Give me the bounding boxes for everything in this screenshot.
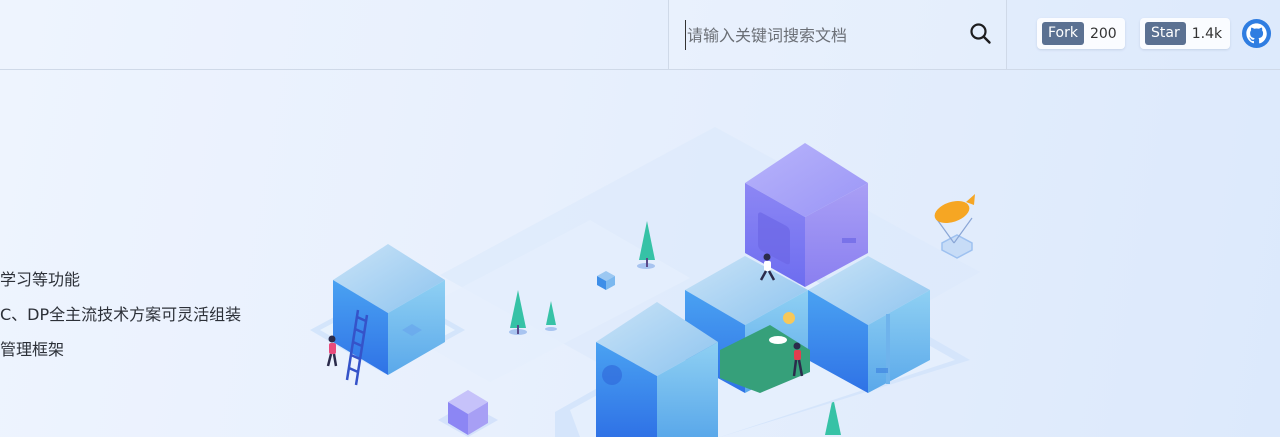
hero-illustration [290,110,990,437]
fork-button[interactable]: Fork 200 [1037,18,1125,49]
top-header: Fork 200 Star 1.4k [0,0,1280,70]
fork-label: Fork [1042,22,1084,45]
feature-item: 管理框架 [0,340,65,359]
github-icon[interactable] [1241,18,1272,49]
star-label: Star [1145,22,1186,45]
search-input[interactable] [685,20,959,50]
star-button[interactable]: Star 1.4k [1140,18,1231,49]
search-box [668,0,1007,69]
search-icon[interactable] [967,20,995,48]
star-count: 1.4k [1191,25,1223,42]
feature-item: 学习等功能 [0,270,81,289]
feature-item: C、DP全主流技术方案可灵活组装 [0,305,242,324]
feature-list: 学习等功能 C、DP全主流技术方案可灵活组装 管理框架 [0,268,241,373]
fork-count: 200 [1089,25,1117,42]
